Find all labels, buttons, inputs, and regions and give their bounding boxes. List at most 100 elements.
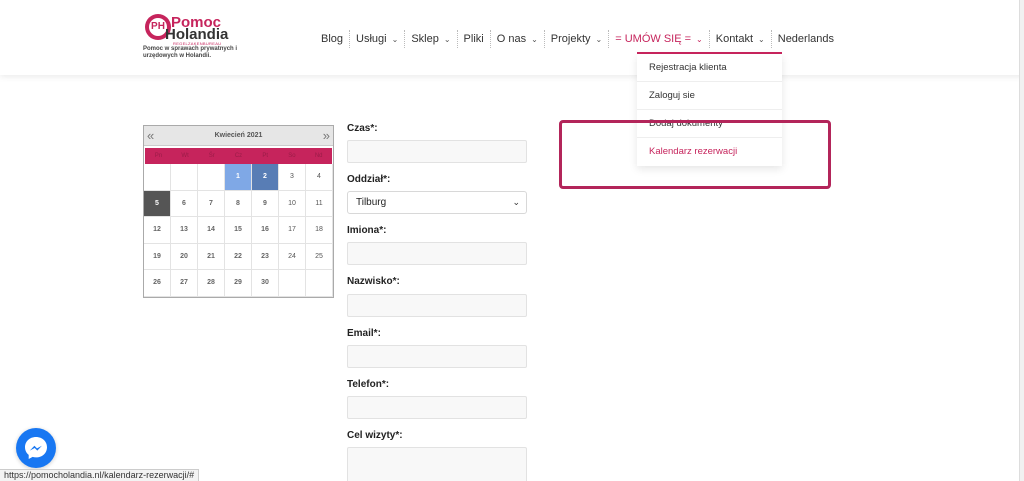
calendar-next-button[interactable]: » [323,128,330,143]
lastname-label: Nazwisko*: [347,276,400,287]
nav-item-label: O nas [496,33,527,45]
calendar-header: « Kwiecień 2021 » [144,126,333,146]
logo-tagline: Pomoc w sprawach prywatnych i urzędowych… [143,46,238,59]
nav-item-label: Blog [321,33,344,45]
calendar-week: 26 27 28 29 30 [144,270,333,297]
calendar-week: 19 20 21 22 23 24 25 [144,243,333,270]
nav-item-uslugi[interactable]: Usługi ⌄ [349,30,404,48]
calendar-weekday: Pn [154,153,163,159]
calendar-day[interactable]: 28 [198,270,225,297]
time-input[interactable] [347,140,527,163]
calendar-day[interactable]: 7 [198,190,225,217]
site-logo[interactable]: PH Pomoc Holandia REGELZAKENBUREAU Pomoc… [143,12,253,67]
calendar-day[interactable]: 29 [225,270,252,297]
chevron-down-icon: ⌄ [391,34,399,44]
calendar-day-empty [279,270,306,297]
booking-calendar: « Kwiecień 2021 » Pn Wt Śr Cz Pt So Nd 1… [143,125,334,298]
nav-item-kontakt[interactable]: Kontakt ⌄ [708,30,771,48]
nav-item-projekty[interactable]: Projekty ⌄ [543,30,608,48]
phone-label: Telefon*: [347,379,390,390]
nav-item-sklep[interactable]: Sklep ⌄ [404,30,456,48]
chevron-down-icon: ⌄ [512,197,520,207]
calendar-day[interactable]: 22 [225,243,252,270]
calendar-day-empty [144,164,171,191]
purpose-label: Cel wizyty*: [347,430,403,441]
phone-input[interactable] [347,396,527,419]
firstname-label: Imiona*: [347,225,387,236]
calendar-week: 5 6 7 8 9 10 11 [144,190,333,217]
nav-item-pliki[interactable]: Pliki [456,30,490,48]
calendar-day[interactable]: 13 [171,217,198,244]
messenger-chat-button[interactable] [16,428,56,468]
chevron-down-icon: ⌄ [443,34,451,44]
calendar-day[interactable]: 30 [252,270,279,297]
calendar-weekday: So [288,153,296,159]
site-header: PH Pomoc Holandia REGELZAKENBUREAU Pomoc… [0,0,1024,75]
calendar-month-title: Kwiecień 2021 [214,132,263,139]
calendar-day[interactable]: 18 [306,217,333,244]
branch-label: Oddział*: [347,174,391,185]
calendar-day[interactable]: 3 [279,164,306,191]
calendar-day[interactable]: 15 [225,217,252,244]
logo-name-line2: Holandia [165,26,229,43]
calendar-day[interactable]: 27 [171,270,198,297]
calendar-week: 12 13 14 15 16 17 18 [144,217,333,244]
calendar-day[interactable]: 6 [171,190,198,217]
calendar-day[interactable]: 9 [252,190,279,217]
nav-item-o-nas[interactable]: O nas ⌄ [489,30,544,48]
nav-item-label: Kontakt [715,33,754,45]
calendar-weekday: Nd [314,153,323,159]
branch-select-value: Tilburg [356,197,387,208]
branch-select[interactable]: Tilburg ⌄ [347,191,527,214]
calendar-day-today[interactable]: 5 [144,190,171,217]
page: PH Pomoc Holandia REGELZAKENBUREAU Pomoc… [0,0,1024,481]
dropdown-item-zaloguj[interactable]: Zaloguj sie [637,82,782,110]
calendar-day[interactable]: 24 [279,243,306,270]
calendar-weekday-row: Pn Wt Śr Cz Pt So Nd [145,148,332,164]
calendar-day[interactable]: 2 [252,164,279,191]
email-input[interactable] [347,345,527,368]
chevron-down-icon: ⌄ [595,34,603,44]
chevron-down-icon: ⌄ [696,34,703,44]
calendar-day[interactable]: 12 [144,217,171,244]
nav-item-label: Usługi [356,33,387,45]
calendar-day-empty [171,164,198,191]
calendar-day[interactable]: 17 [279,217,306,244]
nav-item-label: Pliki [463,33,484,45]
nav-item-nederlands[interactable]: Nederlands [770,30,840,48]
calendar-day[interactable]: 26 [144,270,171,297]
nav-item-label: Projekty [550,33,591,45]
calendar-day[interactable]: 4 [306,164,333,191]
calendar-day-empty [306,270,333,297]
calendar-day[interactable]: 14 [198,217,225,244]
nav-item-umow-sie[interactable]: = UMÓW SIĘ = ⌄ [608,30,709,48]
calendar-weekday: Pt [262,153,269,159]
page-scrollbar[interactable] [1019,0,1024,481]
calendar-day[interactable]: 25 [306,243,333,270]
calendar-week: 1 2 3 4 [144,164,333,191]
calendar-day[interactable]: 1 [225,164,252,191]
purpose-textarea[interactable] [347,447,527,481]
nav-item-blog[interactable]: Blog [315,30,349,48]
calendar-day[interactable]: 10 [279,190,306,217]
dropdown-item-rejestracja[interactable]: Rejestracja klienta [637,54,782,82]
main-nav: Blog Usługi ⌄ Sklep ⌄ Pliki O nas ⌄ Proj… [315,30,840,48]
lastname-input[interactable] [347,294,527,317]
nav-item-label: = UMÓW SIĘ = [615,33,692,45]
browser-status-bar: https://pomocholandia.nl/kalendarz-rezer… [0,469,200,481]
calendar-day[interactable]: 23 [252,243,279,270]
calendar-weekday: Śr [208,153,215,159]
calendar-day[interactable]: 8 [225,190,252,217]
calendar-grid: 1 2 3 4 5 6 7 8 9 10 11 12 13 14 15 16 1… [144,164,333,297]
calendar-day[interactable]: 11 [306,190,333,217]
nav-active-indicator [637,52,782,54]
email-label: Email*: [347,328,381,339]
calendar-day[interactable]: 16 [252,217,279,244]
chevron-down-icon: ⌄ [531,34,538,44]
calendar-day[interactable]: 19 [144,243,171,270]
firstname-input[interactable] [347,242,527,265]
highlight-annotation-box [559,120,831,189]
calendar-day[interactable]: 20 [171,243,198,270]
messenger-icon [25,437,47,459]
calendar-day[interactable]: 21 [198,243,225,270]
